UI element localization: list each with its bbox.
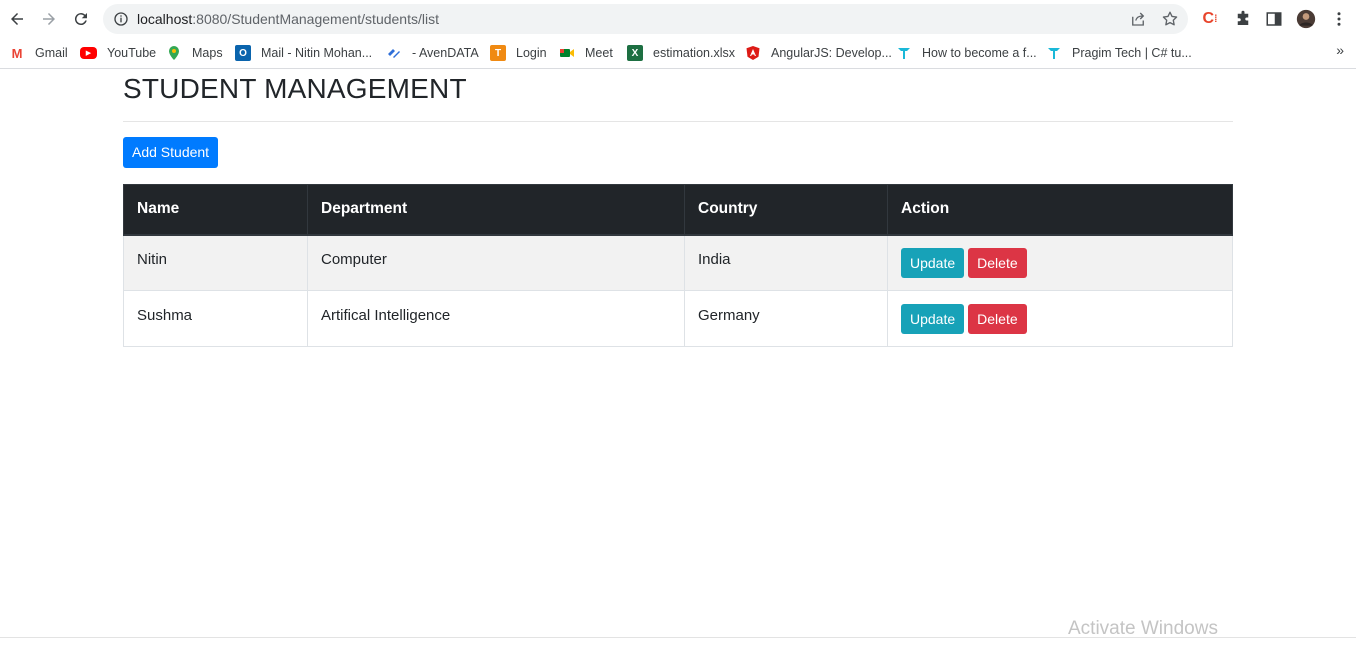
pragim-icon <box>1048 48 1060 59</box>
delete-button[interactable]: Delete <box>968 303 1027 334</box>
maps-icon <box>169 46 179 60</box>
outlook-icon: O <box>235 45 251 61</box>
youtube-icon: ▶ <box>80 47 97 59</box>
table-row: Sushma Artifical Intelligence Germany Up… <box>123 290 1233 347</box>
avendata-icon <box>388 49 400 58</box>
cell-name: Sushma <box>123 290 308 347</box>
chrome-menu-icon[interactable] <box>1329 9 1349 29</box>
login-icon: T <box>490 45 506 61</box>
forward-icon[interactable] <box>37 7 61 31</box>
cell-action: Update Delete <box>887 290 1233 347</box>
side-panel-icon[interactable] <box>1264 9 1284 29</box>
address-bar[interactable]: localhost:8080/StudentManagement/student… <box>103 4 1188 34</box>
url-text[interactable]: localhost:8080/StudentManagement/student… <box>137 11 439 27</box>
bookmark-pragim-tech[interactable]: Pragim Tech | C# tu... <box>1046 43 1192 63</box>
bookmark-login[interactable]: T Login <box>490 43 547 63</box>
bookmark-maps[interactable]: Maps <box>166 43 223 63</box>
profile-avatar[interactable] <box>1296 9 1316 29</box>
taskbar-edge <box>0 637 1356 638</box>
bookmark-angularjs[interactable]: AngularJS: Develop... <box>745 43 892 63</box>
column-header-country: Country <box>684 184 888 236</box>
cell-country: Germany <box>684 290 888 347</box>
add-student-button[interactable]: Add Student <box>123 137 219 168</box>
bookmark-estimation-xlsx[interactable]: X estimation.xlsx <box>627 43 735 63</box>
column-header-department: Department <box>307 184 685 236</box>
cell-department: Computer <box>307 234 685 291</box>
bookmark-star-icon[interactable] <box>1161 10 1179 28</box>
cell-name: Nitin <box>123 234 308 291</box>
bookmarks-bar: M Gmail ▶ YouTube Maps O Mail - Nitin Mo… <box>0 38 1356 69</box>
gmail-icon: M <box>9 45 25 61</box>
angular-icon <box>746 46 760 60</box>
extension-c-icon[interactable]: C ⁞ <box>1200 9 1220 29</box>
bookmark-how-to-become[interactable]: How to become a f... <box>896 43 1037 63</box>
column-header-name: Name <box>123 184 308 236</box>
divider <box>123 121 1233 122</box>
cell-country: India <box>684 234 888 291</box>
column-header-action: Action <box>887 184 1233 236</box>
pragim-icon <box>898 48 910 59</box>
bookmark-youtube[interactable]: ▶ YouTube <box>80 43 156 63</box>
students-table: Name Department Country Action Nitin Com… <box>123 184 1233 347</box>
bookmark-gmail[interactable]: M Gmail <box>9 43 68 63</box>
table-header-row: Name Department Country Action <box>123 184 1233 236</box>
bookmark-meet[interactable]: Meet <box>559 43 613 63</box>
bookmark-avendata[interactable]: - AvenDATA <box>386 43 479 63</box>
bookmark-outlook-mail[interactable]: O Mail - Nitin Mohan... <box>235 43 372 63</box>
update-button[interactable]: Update <box>901 303 965 334</box>
main-container: STUDENT MANAGEMENT Add Student Name Depa… <box>123 70 1233 347</box>
reload-icon[interactable] <box>69 7 93 31</box>
bookmarks-overflow-icon[interactable]: » <box>1336 42 1344 58</box>
excel-icon: X <box>627 45 643 61</box>
cell-department: Artifical Intelligence <box>307 290 685 347</box>
delete-button[interactable]: Delete <box>968 247 1027 278</box>
back-icon[interactable] <box>5 7 29 31</box>
meet-icon <box>560 49 574 57</box>
site-info-icon[interactable] <box>113 11 129 27</box>
extensions-puzzle-icon[interactable] <box>1233 9 1253 29</box>
cell-action: Update Delete <box>887 234 1233 291</box>
page-title: STUDENT MANAGEMENT <box>123 73 467 104</box>
update-button[interactable]: Update <box>901 247 965 278</box>
share-icon[interactable] <box>1129 10 1147 28</box>
browser-toolbar: localhost:8080/StudentManagement/student… <box>0 0 1356 38</box>
table-row: Nitin Computer India Update Delete <box>123 234 1233 291</box>
